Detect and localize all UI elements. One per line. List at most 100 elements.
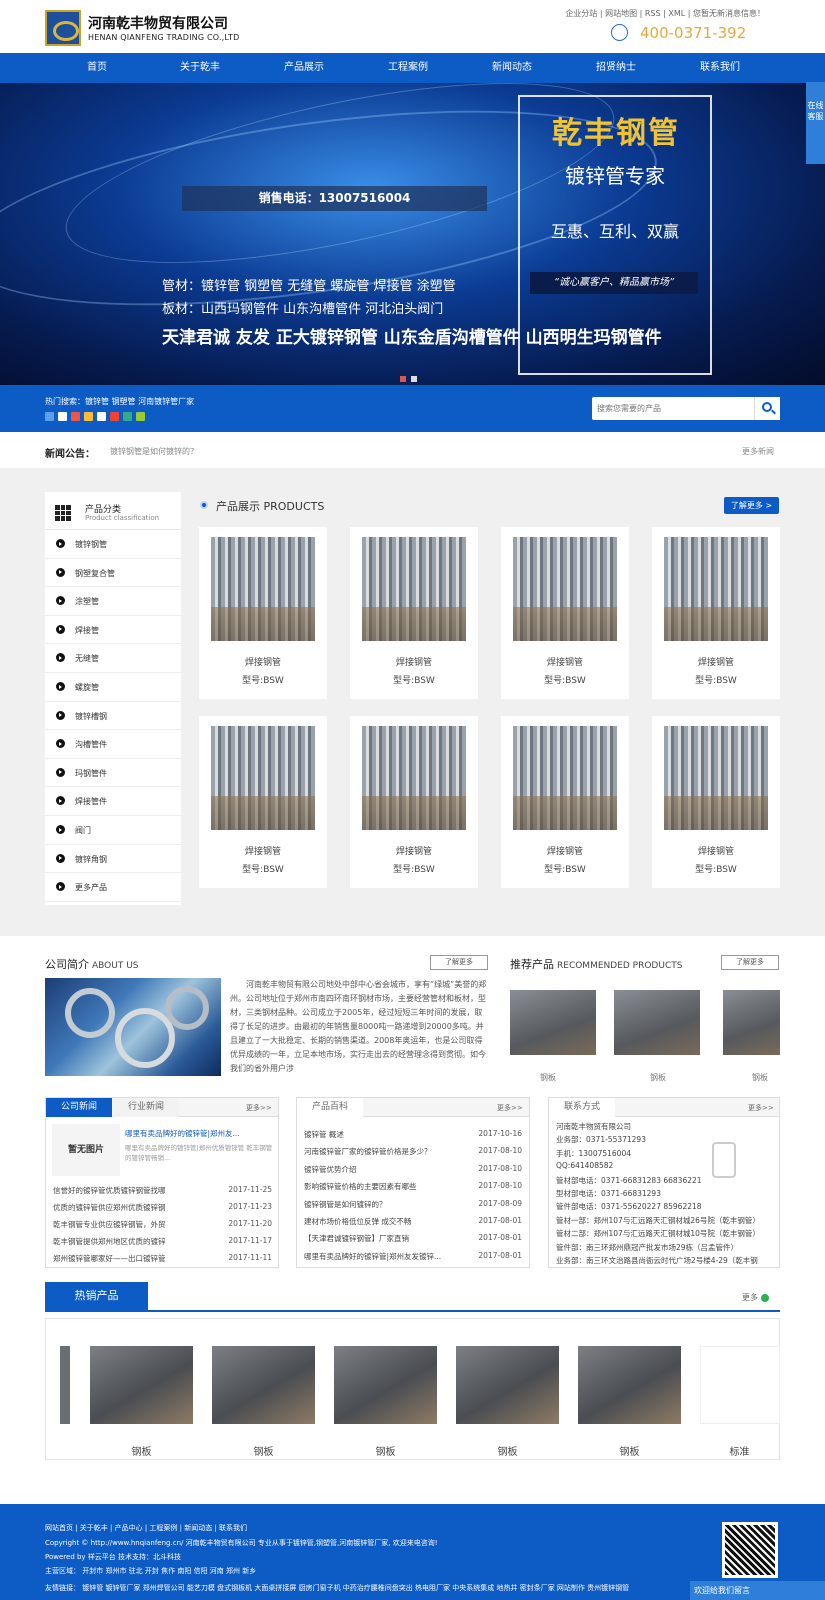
recommended-label[interactable]: 钢板 <box>725 1072 795 1083</box>
product-name[interactable]: 焊接钢管 <box>199 655 327 668</box>
category-item[interactable]: 镀锌钢管 <box>45 530 181 559</box>
product-image[interactable] <box>362 726 466 830</box>
recommended-image[interactable] <box>614 990 700 1055</box>
encyclopedia-more-link[interactable]: 更多>> <box>497 1103 523 1113</box>
encyclopedia-row[interactable]: 镀锌钢管是如何镀锌的？ 2017-08-09 <box>304 1199 522 1210</box>
recommended-label[interactable]: 钢板 <box>615 1072 701 1083</box>
encyclopedia-row[interactable]: 河南镀锌管厂家的镀锌管价格是多少？ 2017-08-10 <box>304 1146 522 1157</box>
more-news-link[interactable]: 更多新闻 <box>742 446 774 457</box>
product-image[interactable] <box>211 726 315 830</box>
hot-product-image[interactable] <box>212 1346 315 1424</box>
news-row[interactable]: 乾丰钢管提供郑州地区优质的镀锌 2017-11-17 <box>53 1236 272 1247</box>
hot-search[interactable]: 热门搜索：镀锌管 钢塑管 河南镀锌管厂家 <box>45 396 194 407</box>
product-card[interactable]: 焊接钢管 型号:BSW <box>199 716 327 888</box>
products-more-button[interactable]: 了解更多 > <box>724 497 779 514</box>
news-row[interactable]: 乾丰钢管专业供应镀锌钢管，外贸 2017-11-20 <box>53 1219 272 1230</box>
hot-product-image[interactable] <box>90 1346 193 1424</box>
featured-news-title[interactable]: 哪里有卖品牌好的镀锌管|郑州友... <box>125 1128 275 1139</box>
product-name[interactable]: 焊接钢管 <box>501 655 629 668</box>
news-more-link[interactable]: 更多>> <box>246 1103 272 1113</box>
share-icons[interactable] <box>45 412 149 422</box>
category-item[interactable]: 阀门 <box>45 816 181 845</box>
hot-product-image[interactable] <box>456 1346 559 1424</box>
tab-company-news[interactable]: 公司新闻 <box>46 1098 112 1117</box>
share-icon[interactable] <box>71 412 80 421</box>
product-name[interactable]: 焊接钢管 <box>652 844 780 857</box>
hot-product-label[interactable]: 钢板 <box>90 1443 193 1458</box>
category-item[interactable]: 玛钢管件 <box>45 759 181 788</box>
share-icon[interactable] <box>58 412 67 421</box>
hot-product-label[interactable]: 标准 <box>688 1443 791 1458</box>
hot-product-label[interactable]: 钢板 <box>578 1443 681 1458</box>
footer-friend-links[interactable]: 友情链接： 镀锌管 镀锌管厂家 郑州焊管公司 能艺刀模 盘式钢板机 大面桌拼接屏… <box>45 1583 685 1593</box>
product-image[interactable] <box>513 537 617 641</box>
product-image[interactable] <box>664 537 768 641</box>
category-item[interactable]: 焊接管件 <box>45 787 181 816</box>
share-icon[interactable] <box>45 412 54 421</box>
recommended-label[interactable]: 钢板 <box>505 1072 591 1083</box>
encyclopedia-row[interactable]: 哪里有卖品牌好的镀锌管|郑州友发镀锌... 2017-08-01 <box>304 1251 522 1262</box>
nav-jobs[interactable]: 招贤纳士 <box>566 53 666 83</box>
category-item[interactable]: 焊接管 <box>45 616 181 645</box>
search-button[interactable] <box>754 397 780 420</box>
category-item[interactable]: 沟槽管件 <box>45 730 181 759</box>
product-name[interactable]: 焊接钢管 <box>501 844 629 857</box>
hot-more-link[interactable]: 更多 <box>742 1292 769 1303</box>
slide-dot-2[interactable] <box>411 376 417 382</box>
news-row[interactable]: 信誉好的镀锌管优质镀锌钢管找哪 2017-11-25 <box>53 1185 272 1196</box>
recommended-more-button[interactable]: 了解更多 <box>721 955 779 970</box>
hot-product-label[interactable]: 钢板 <box>212 1443 315 1458</box>
footer-links[interactable]: 网站首页 | 关于乾丰 | 产品中心 | 工程案例 | 新闻动态 | 联系我们 <box>45 1523 247 1533</box>
hot-product-image[interactable] <box>334 1346 437 1424</box>
top-links[interactable]: 企业分站 | 网站地图 | RSS | XML | 您暂无新消息信息！ <box>565 8 765 19</box>
hot-product-image[interactable] <box>700 1346 780 1424</box>
product-card[interactable]: 焊接钢管 型号:BSW <box>652 716 780 888</box>
encyclopedia-row[interactable]: 镀锌管优势介绍 2017-08-10 <box>304 1164 522 1175</box>
category-item[interactable]: 螺旋管 <box>45 673 181 702</box>
encyclopedia-row[interactable]: 【天津君诚镀锌钢管】厂家直销 2017-08-01 <box>304 1233 522 1244</box>
category-item[interactable]: 涂塑管 <box>45 587 181 616</box>
product-image[interactable] <box>362 537 466 641</box>
encyclopedia-row[interactable]: 影响镀锌管价格的主要因素有哪些 2017-08-10 <box>304 1181 522 1192</box>
product-card[interactable]: 焊接钢管 型号:BSW <box>350 527 478 699</box>
share-icon[interactable] <box>110 412 119 421</box>
nav-cases[interactable]: 工程案例 <box>358 53 458 83</box>
category-item[interactable]: 钢塑复合管 <box>45 559 181 588</box>
nav-about[interactable]: 关于乾丰 <box>150 53 250 83</box>
encyclopedia-row[interactable]: 建材市场价格低位反弹 成交不畅 2017-08-01 <box>304 1216 522 1227</box>
hot-product-label[interactable]: 钢板 <box>456 1443 559 1458</box>
company-logo[interactable] <box>45 10 81 46</box>
category-item[interactable]: 镀锌槽钢 <box>45 702 181 731</box>
product-image[interactable] <box>211 537 315 641</box>
category-item[interactable]: 镀锌角钢 <box>45 845 181 874</box>
about-more-button[interactable]: 了解更多 <box>430 955 488 970</box>
news-row[interactable]: 优质的镀锌管供应郑州优质镀锌钢 2017-11-23 <box>53 1202 272 1213</box>
news-row[interactable]: 郑州镀锌管哪家好——出口镀锌管 2017-11-11 <box>53 1253 272 1264</box>
search-input[interactable] <box>592 397 752 420</box>
share-icon[interactable] <box>123 412 132 421</box>
hot-product-image[interactable] <box>578 1346 681 1424</box>
product-card[interactable]: 焊接钢管 型号:BSW <box>652 527 780 699</box>
recommended-image[interactable] <box>510 990 596 1055</box>
product-name[interactable]: 焊接钢管 <box>652 655 780 668</box>
product-card[interactable]: 焊接钢管 型号:BSW <box>199 527 327 699</box>
nav-news[interactable]: 新闻动态 <box>462 53 562 83</box>
slide-dot-1[interactable] <box>400 376 406 382</box>
tab-industry-news[interactable]: 行业新闻 <box>113 1098 179 1117</box>
share-icon[interactable] <box>136 412 145 421</box>
message-bar[interactable]: 欢迎给我们留言 <box>690 1581 825 1600</box>
product-card[interactable]: 焊接钢管 型号:BSW <box>501 716 629 888</box>
nav-contact[interactable]: 联系我们 <box>670 53 770 83</box>
product-name[interactable]: 焊接钢管 <box>350 844 478 857</box>
notice-item[interactable]: 镀锌钢管是如何镀锌的？ <box>110 446 198 457</box>
nav-home[interactable]: 首页 <box>47 53 147 83</box>
product-card[interactable]: 焊接钢管 型号:BSW <box>501 527 629 699</box>
product-name[interactable]: 焊接钢管 <box>199 844 327 857</box>
share-icon[interactable] <box>84 412 93 421</box>
share-icon[interactable] <box>97 412 106 421</box>
encyclopedia-row[interactable]: 镀锌管 概述 2017-10-16 <box>304 1129 522 1140</box>
product-card[interactable]: 焊接钢管 型号:BSW <box>350 716 478 888</box>
recommended-image[interactable] <box>723 990 780 1055</box>
hot-product-label[interactable]: 钢板 <box>334 1443 437 1458</box>
nav-products[interactable]: 产品展示 <box>254 53 354 83</box>
